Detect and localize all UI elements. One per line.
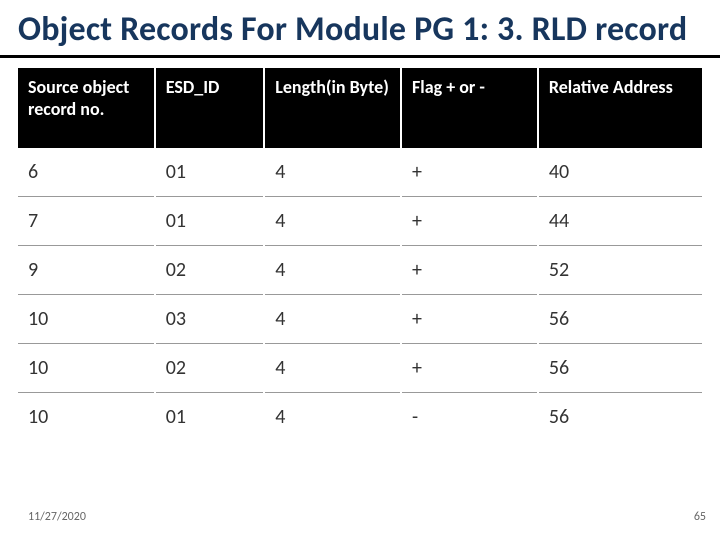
table-container: Source object record no. ESD_ID Length(i… [0,58,720,441]
cell: 4 [264,295,401,344]
cell: 10 [18,344,155,393]
col-esdid: ESD_ID [155,68,264,148]
cell: 4 [264,197,401,246]
col-length: Length(in Byte) [264,68,401,148]
cell: 01 [155,393,264,442]
footer-page: 65 [694,510,706,524]
cell: 4 [264,148,401,197]
col-reladdr: Relative Address [538,68,702,148]
slide: Object Records For Module PG 1: 3. RLD r… [0,0,720,540]
cell: 4 [264,393,401,442]
cell: - [401,393,538,442]
cell: + [401,344,538,393]
title-block: Object Records For Module PG 1: 3. RLD r… [0,0,720,58]
cell: 6 [18,148,155,197]
cell: 4 [264,246,401,295]
rld-table: Source object record no. ESD_ID Length(i… [18,68,702,441]
cell: 01 [155,197,264,246]
cell: 7 [18,197,155,246]
cell: 10 [18,393,155,442]
cell: 02 [155,344,264,393]
cell: + [401,197,538,246]
cell: + [401,295,538,344]
table-row: 6 01 4 + 40 [18,148,702,197]
cell: 01 [155,148,264,197]
footer-date: 11/27/2020 [28,510,86,524]
cell: 44 [538,197,702,246]
table-row: 10 03 4 + 56 [18,295,702,344]
cell: 52 [538,246,702,295]
table-row: 10 02 4 + 56 [18,344,702,393]
slide-title: Object Records For Module PG 1: 3. RLD r… [18,10,702,49]
cell: + [401,246,538,295]
cell: 9 [18,246,155,295]
cell: 02 [155,246,264,295]
cell: 40 [538,148,702,197]
cell: 03 [155,295,264,344]
col-flag: Flag + or - [401,68,538,148]
table-row: 9 02 4 + 52 [18,246,702,295]
cell: 10 [18,295,155,344]
cell: 56 [538,295,702,344]
cell: 56 [538,344,702,393]
cell: 4 [264,344,401,393]
col-source: Source object record no. [18,68,155,148]
cell: 56 [538,393,702,442]
table-row: 10 01 4 - 56 [18,393,702,442]
table-row: 7 01 4 + 44 [18,197,702,246]
cell: + [401,148,538,197]
table-header-row: Source object record no. ESD_ID Length(i… [18,68,702,148]
